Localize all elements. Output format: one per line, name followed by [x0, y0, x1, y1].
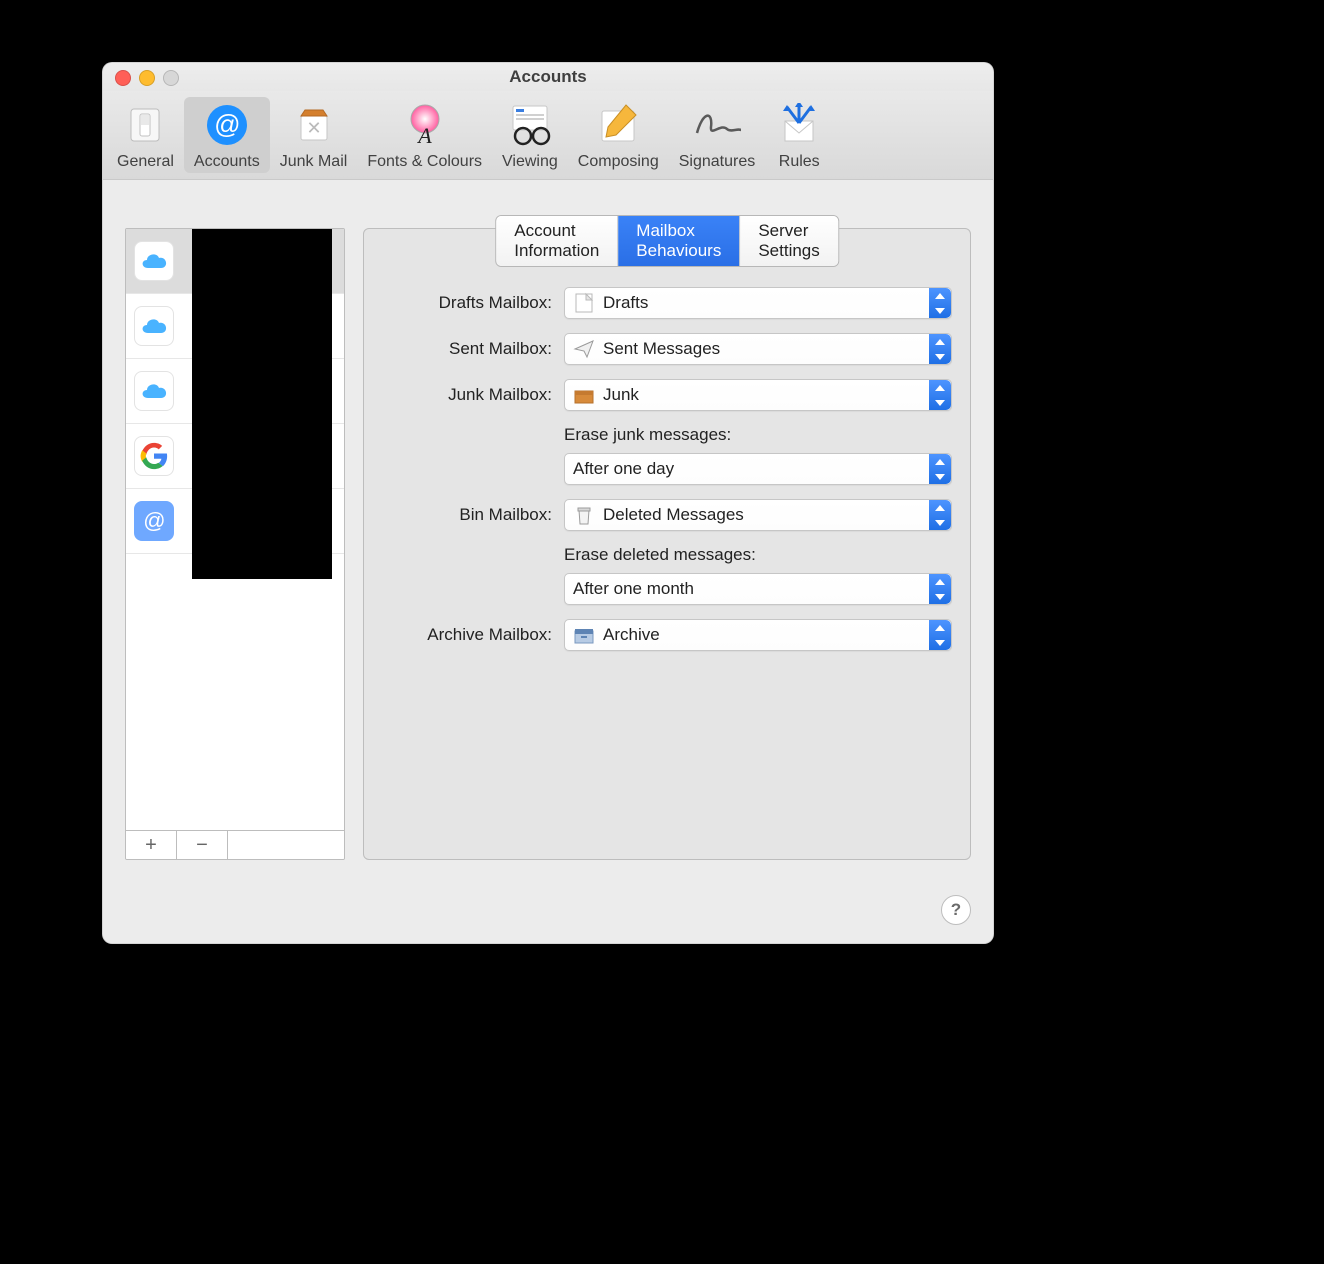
- erase-deleted-row: After one month: [382, 573, 952, 605]
- erase-junk-value: After one day: [573, 459, 674, 479]
- stepper-icon: [929, 620, 951, 650]
- trash-icon: [573, 504, 595, 526]
- titlebar: Accounts: [103, 63, 993, 91]
- sent-value: Sent Messages: [603, 339, 720, 359]
- drafts-label: Drafts Mailbox:: [382, 293, 564, 313]
- compose-icon: [594, 101, 642, 149]
- zoom-window-button[interactable]: [163, 70, 179, 86]
- erase-deleted-label: Erase deleted messages:: [564, 545, 952, 565]
- switch-icon: [121, 101, 169, 149]
- stepper-icon: [929, 288, 951, 318]
- minimize-window-button[interactable]: [139, 70, 155, 86]
- icloud-icon: [134, 241, 174, 281]
- archive-row: Archive Mailbox: Archive: [382, 619, 952, 651]
- tab-mailbox-behaviours[interactable]: Mailbox Behaviours: [618, 216, 740, 266]
- icloud-icon: [134, 371, 174, 411]
- stepper-icon: [929, 380, 951, 410]
- mailbox-behaviours-form: Drafts Mailbox: Drafts Sent Mailbox:: [382, 287, 952, 665]
- toolbar-label: Rules: [779, 153, 820, 171]
- remove-account-button[interactable]: −: [177, 831, 228, 859]
- svg-text:✕: ✕: [306, 118, 321, 138]
- toolbar-general[interactable]: General: [107, 97, 184, 173]
- toolbar-accounts[interactable]: @ Accounts: [184, 97, 270, 173]
- toolbar-fonts[interactable]: A Fonts & Colours: [357, 97, 492, 173]
- bin-value: Deleted Messages: [603, 505, 744, 525]
- window-controls: [115, 70, 179, 86]
- toolbar-label: Viewing: [502, 153, 558, 171]
- erase-deleted-select[interactable]: After one month: [564, 573, 952, 605]
- minus-icon: −: [196, 834, 208, 857]
- erase-deleted-value: After one month: [573, 579, 694, 599]
- archive-value: Archive: [603, 625, 660, 645]
- toolbar-label: Junk Mail: [280, 153, 348, 171]
- fonts-colours-icon: A: [401, 101, 449, 149]
- junk-value: Junk: [603, 385, 639, 405]
- close-window-button[interactable]: [115, 70, 131, 86]
- toolbar-label: Composing: [578, 153, 659, 171]
- at-icon: @: [203, 101, 251, 149]
- help-icon: ?: [951, 900, 961, 920]
- account-tabs: Account Information Mailbox Behaviours S…: [495, 215, 839, 267]
- tab-server-settings[interactable]: Server Settings: [740, 216, 837, 266]
- preferences-window: Accounts General @ Accounts ✕ Junk Mail: [102, 62, 994, 944]
- toolbar-signatures[interactable]: Signatures: [669, 97, 766, 173]
- drafts-icon: [573, 292, 595, 314]
- bin-label: Bin Mailbox:: [382, 505, 564, 525]
- drafts-row: Drafts Mailbox: Drafts: [382, 287, 952, 319]
- rules-icon: [775, 101, 823, 149]
- plus-icon: +: [145, 834, 157, 857]
- window-title: Accounts: [509, 67, 586, 86]
- paper-plane-icon: [573, 338, 595, 360]
- stepper-icon: [929, 500, 951, 530]
- junk-mailbox-select[interactable]: Junk: [564, 379, 952, 411]
- bin-row: Bin Mailbox: Deleted Messages: [382, 499, 952, 531]
- erase-junk-label: Erase junk messages:: [564, 425, 952, 445]
- toolbar-label: General: [117, 153, 174, 171]
- toolbar-composing[interactable]: Composing: [568, 97, 669, 173]
- junk-box-icon: [573, 384, 595, 406]
- drafts-mailbox-select[interactable]: Drafts: [564, 287, 952, 319]
- svg-text:@: @: [214, 109, 240, 139]
- sent-mailbox-select[interactable]: Sent Messages: [564, 333, 952, 365]
- stepper-icon: [929, 454, 951, 484]
- accounts-sidebar: @ + −: [125, 228, 345, 860]
- erase-junk-select[interactable]: After one day: [564, 453, 952, 485]
- junk-label: Junk Mailbox:: [382, 385, 564, 405]
- generic-at-icon: @: [134, 501, 174, 541]
- archive-mailbox-select[interactable]: Archive: [564, 619, 952, 651]
- tab-account-information[interactable]: Account Information: [496, 216, 618, 266]
- recycle-bin-icon: ✕: [290, 101, 338, 149]
- toolbar-rules[interactable]: Rules: [765, 97, 833, 173]
- sent-label: Sent Mailbox:: [382, 339, 564, 359]
- toolbar-label: Accounts: [194, 153, 260, 171]
- erase-junk-row: After one day: [382, 453, 952, 485]
- sent-row: Sent Mailbox: Sent Messages: [382, 333, 952, 365]
- redacted-area: [192, 229, 332, 579]
- toolbar-junkmail[interactable]: ✕ Junk Mail: [270, 97, 358, 173]
- stepper-icon: [929, 334, 951, 364]
- svg-text:A: A: [416, 123, 432, 147]
- google-icon: [134, 436, 174, 476]
- toolbar-label: Fonts & Colours: [367, 153, 482, 171]
- junk-row: Junk Mailbox: Junk: [382, 379, 952, 411]
- stepper-icon: [929, 574, 951, 604]
- account-settings-panel: Account Information Mailbox Behaviours S…: [363, 228, 971, 860]
- archive-icon: [573, 624, 595, 646]
- glasses-icon: [506, 101, 554, 149]
- drafts-value: Drafts: [603, 293, 648, 313]
- preferences-toolbar: General @ Accounts ✕ Junk Mail: [103, 91, 993, 180]
- help-button[interactable]: ?: [941, 895, 971, 925]
- toolbar-label: Signatures: [679, 153, 756, 171]
- bin-mailbox-select[interactable]: Deleted Messages: [564, 499, 952, 531]
- toolbar-viewing[interactable]: Viewing: [492, 97, 568, 173]
- icloud-icon: [134, 306, 174, 346]
- signature-icon: [693, 101, 741, 149]
- add-account-button[interactable]: +: [126, 831, 177, 859]
- sidebar-footer: + −: [126, 830, 344, 859]
- archive-label: Archive Mailbox:: [382, 625, 564, 645]
- content-area: @ + − Account Information Mailbox Behavi…: [103, 198, 993, 943]
